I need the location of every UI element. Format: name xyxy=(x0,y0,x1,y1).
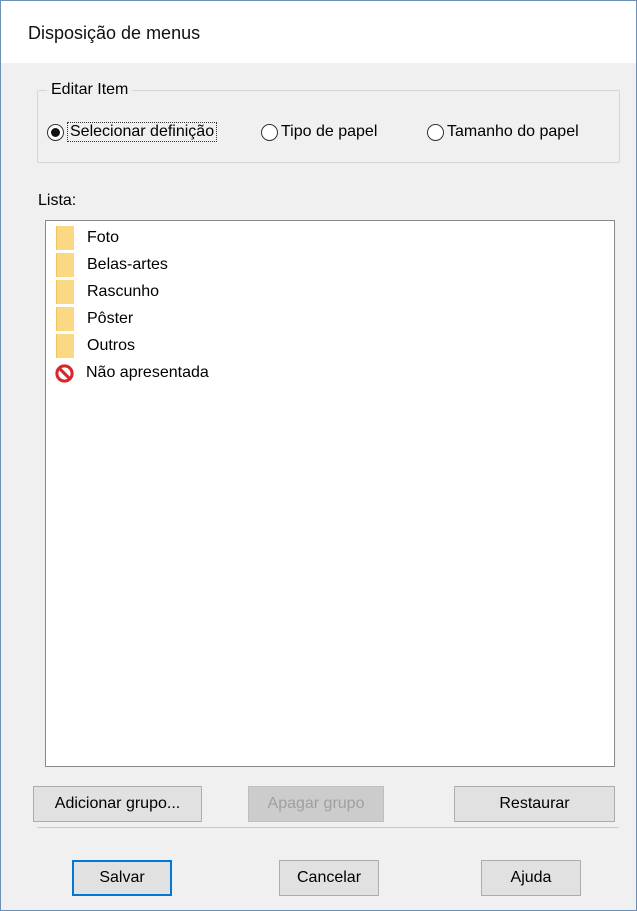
radio-label: Tipo de papel xyxy=(281,123,378,140)
dialog-window: Disposição de menus Editar Item Selecion… xyxy=(0,0,637,911)
list-item[interactable]: Rascunho xyxy=(56,280,159,304)
radio-label: Selecionar definição xyxy=(67,122,218,142)
list-item[interactable]: Pôster xyxy=(56,307,133,331)
menu-list[interactable]: Foto Belas-artes Rascunho Pôster Outros … xyxy=(45,220,615,767)
cancel-button[interactable]: Cancelar xyxy=(279,860,379,896)
delete-group-button[interactable]: Apagar grupo xyxy=(248,786,384,822)
list-item[interactable]: Belas-artes xyxy=(56,253,168,277)
footer-divider xyxy=(37,827,619,828)
list-item[interactable]: Não apresentada xyxy=(55,361,209,385)
restore-button[interactable]: Restaurar xyxy=(454,786,615,822)
folder-icon xyxy=(56,280,74,304)
list-item-label: Rascunho xyxy=(87,283,160,300)
list-item-label: Pôster xyxy=(87,310,134,327)
list-item-label: Belas-artes xyxy=(87,256,168,273)
folder-icon xyxy=(56,226,74,250)
radio-paper-type[interactable]: Tipo de papel xyxy=(261,121,377,143)
radio-paper-size[interactable]: Tamanho do papel xyxy=(427,121,579,143)
folder-icon xyxy=(56,334,74,358)
edit-item-legend: Editar Item xyxy=(47,81,133,99)
save-button[interactable]: Salvar xyxy=(72,860,172,896)
radio-select-definition[interactable]: Selecionar definição xyxy=(47,121,218,143)
folder-icon xyxy=(56,307,74,331)
radio-label: Tamanho do papel xyxy=(447,123,579,140)
folder-icon xyxy=(56,253,74,277)
list-item-label: Não apresentada xyxy=(86,364,209,381)
radio-unchecked-icon xyxy=(261,123,278,141)
list-label: Lista: xyxy=(38,192,77,209)
radio-unchecked-icon xyxy=(427,123,444,141)
list-item[interactable]: Outros xyxy=(56,334,135,358)
help-button[interactable]: Ajuda xyxy=(481,860,581,896)
list-item-label: Outros xyxy=(87,337,136,354)
list-item[interactable]: Foto xyxy=(56,226,119,250)
no-entry-icon xyxy=(55,363,74,383)
window-title: Disposição de menus xyxy=(28,23,201,43)
radio-checked-icon xyxy=(47,123,64,141)
title-bar: Disposição de menus xyxy=(1,1,636,63)
list-item-label: Foto xyxy=(87,229,120,246)
add-group-button[interactable]: Adicionar grupo... xyxy=(33,786,202,822)
